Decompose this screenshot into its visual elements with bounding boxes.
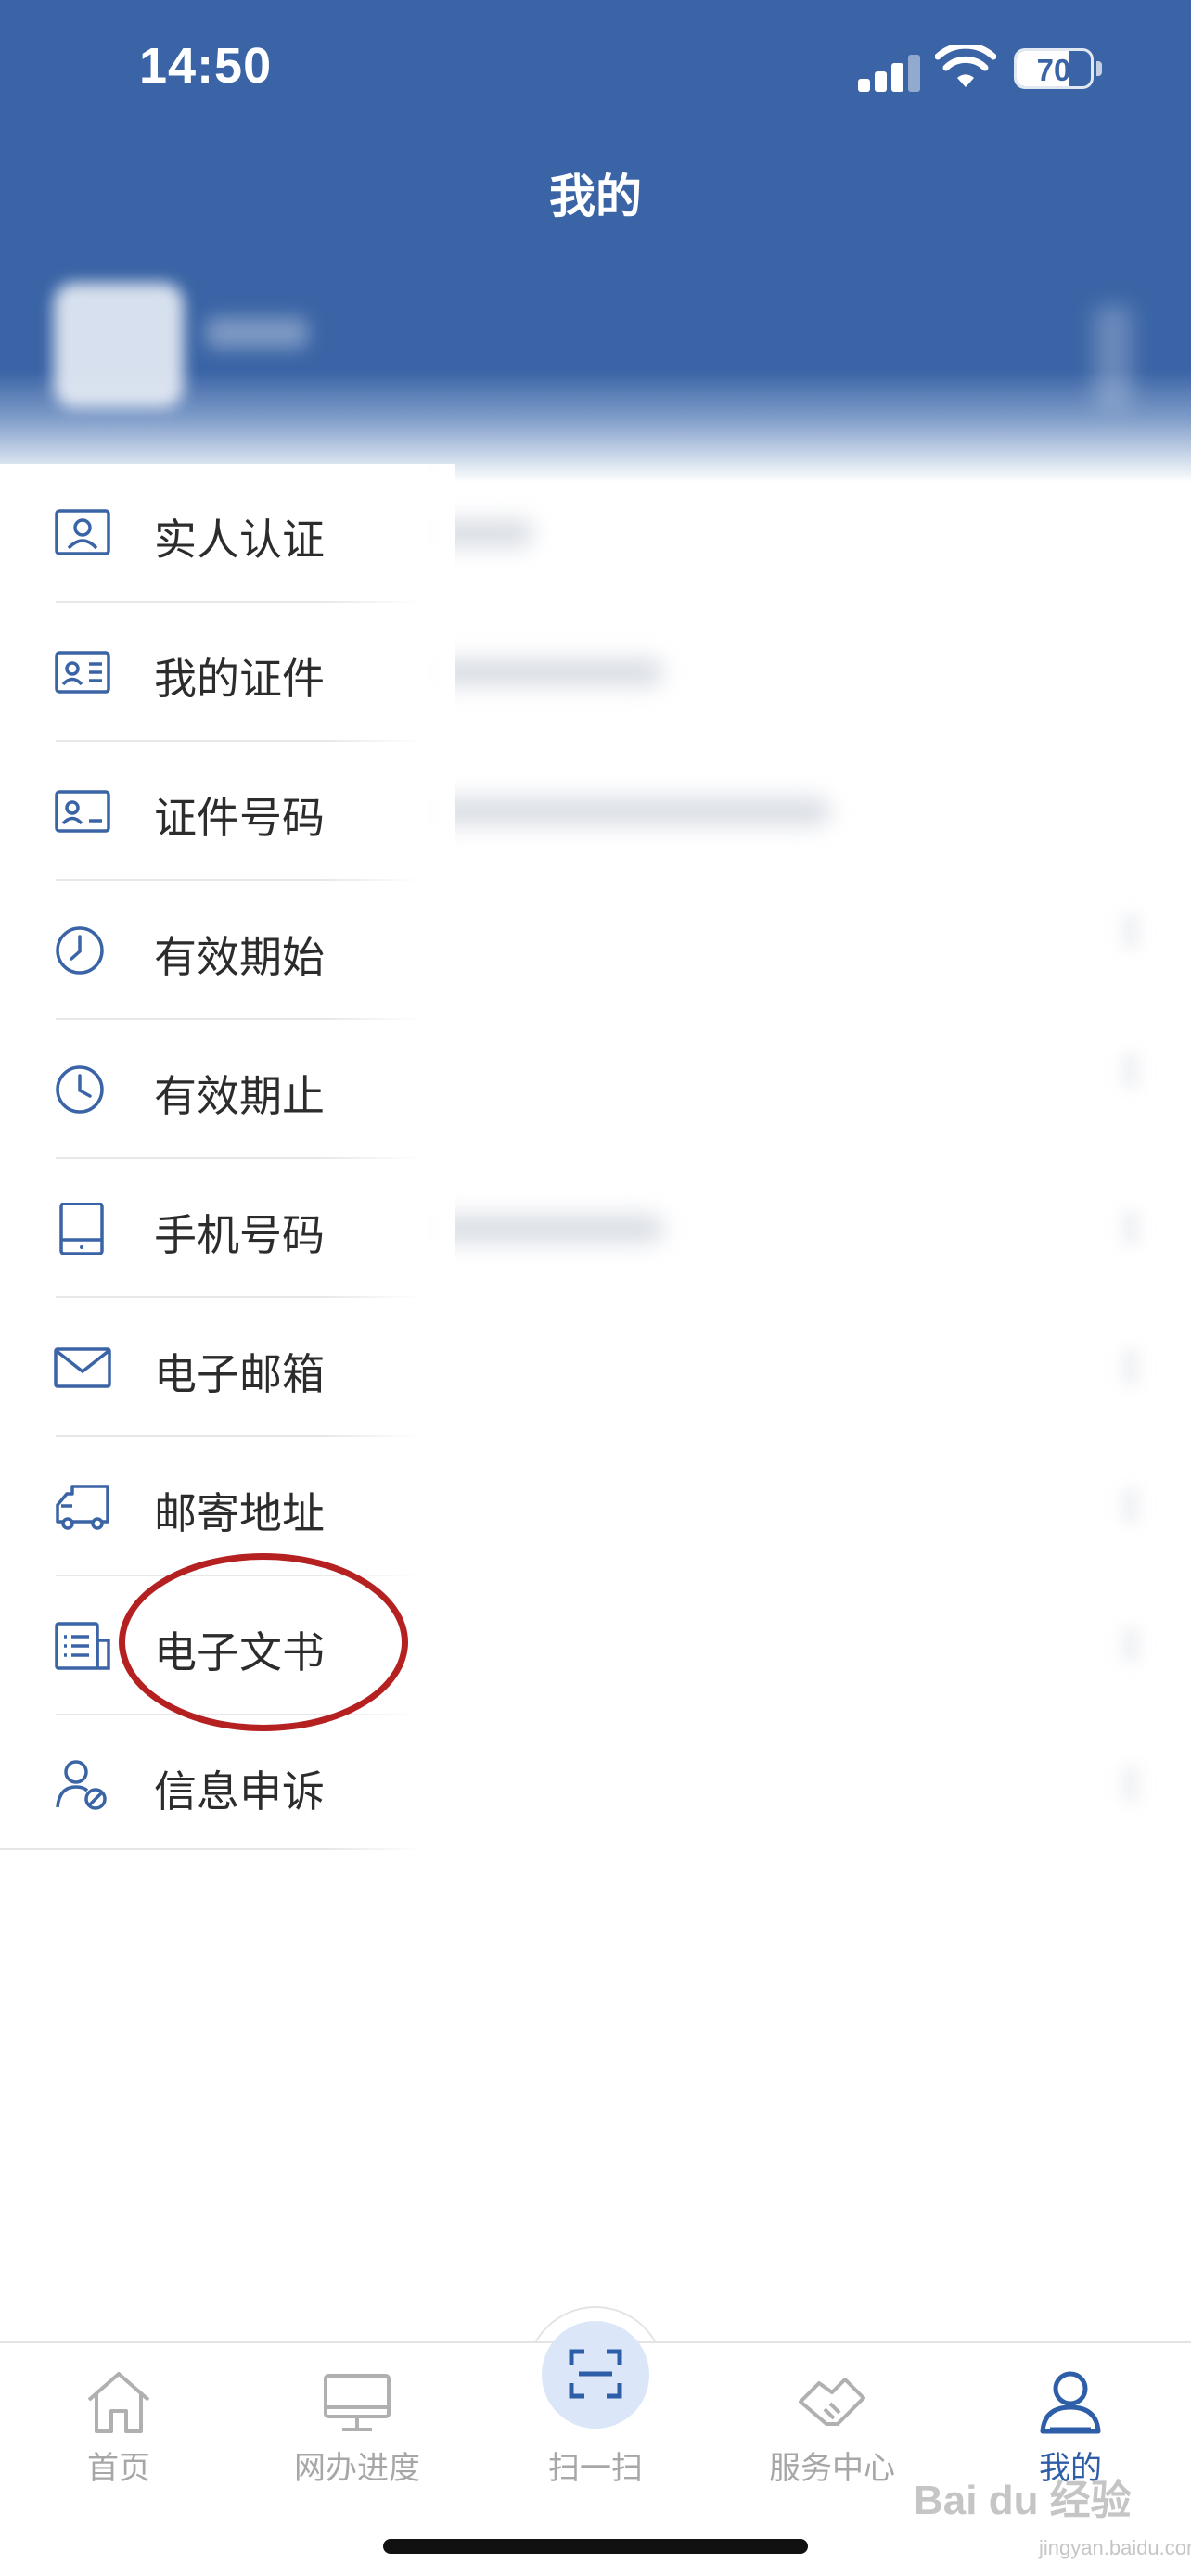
cellular-signal-icon: [858, 51, 921, 92]
menu-item-label: 电子邮箱: [154, 1349, 325, 1399]
menu-item-label: 证件号码: [154, 793, 325, 843]
menu-item-label: 实人认证: [154, 515, 325, 565]
tab-progress[interactable]: 网办进度: [274, 2355, 441, 2494]
chevron-right-icon: [1122, 913, 1139, 949]
home-icon: [87, 2372, 150, 2433]
chevron-right-icon: [1122, 1349, 1139, 1384]
home-indicator[interactable]: [383, 2539, 808, 2554]
status-time: 14:50: [139, 38, 273, 94]
battery-level: 70: [1036, 53, 1071, 87]
menu-item-label: 有效期始: [154, 932, 325, 982]
page-title: 我的: [549, 170, 642, 223]
blurred-value: [422, 658, 663, 686]
handshake-icon: [799, 2378, 865, 2426]
status-bar: 14:50 70: [0, 0, 1191, 139]
id-card-icon: [55, 651, 110, 694]
blurred-value: [422, 1215, 663, 1243]
user-name-blurred: [206, 317, 308, 349]
menu-item-label: 有效期止: [154, 1071, 325, 1121]
avatar[interactable]: [54, 283, 184, 408]
tab-service-center[interactable]: 服务中心: [749, 2355, 916, 2494]
battery-icon: 70: [1014, 48, 1094, 89]
truck-icon: [56, 1485, 109, 1530]
menu-item-label: 我的证件: [154, 654, 325, 704]
tab-label: 服务中心: [769, 2450, 895, 2487]
user-block-icon: [56, 1760, 107, 1810]
phone-icon: [59, 1203, 104, 1255]
menu-item-label: 信息申诉: [154, 1766, 325, 1817]
profile-arrow-blurred[interactable]: [1095, 306, 1132, 408]
chevron-right-icon: [1122, 1627, 1139, 1663]
tab-scan[interactable]: 扫一扫: [512, 2349, 679, 2494]
scan-icon: [569, 2349, 622, 2399]
wifi-icon: [935, 45, 996, 87]
watermark: Bai du 经验: [914, 2478, 1132, 2523]
tab-home[interactable]: 首页: [35, 2355, 202, 2494]
mail-icon: [54, 1347, 111, 1388]
menu-item-label: 邮寄地址: [154, 1488, 325, 1538]
clock-icon: [56, 926, 104, 975]
watermark-url: jingyan.baidu.com: [1039, 2536, 1191, 2559]
user-icon: [1040, 2371, 1101, 2434]
tab-label: 首页: [87, 2450, 150, 2487]
menu-item-label: 手机号码: [154, 1210, 325, 1260]
tab-label: 网办进度: [294, 2450, 420, 2487]
id-person-icon: [55, 509, 110, 555]
tab-label: 扫一扫: [548, 2450, 643, 2487]
chevron-right-icon: [1122, 1052, 1139, 1088]
chevron-right-icon: [1122, 1488, 1139, 1524]
document-icon: [55, 1622, 110, 1670]
annotation-circle: [119, 1553, 408, 1731]
blurred-value: [422, 797, 830, 825]
chevron-right-icon: [1122, 1210, 1139, 1245]
monitor-icon: [324, 2374, 391, 2431]
id-number-icon: [55, 790, 110, 833]
clock-icon: [56, 1065, 104, 1114]
battery-tip: [1096, 61, 1102, 76]
chevron-right-icon: [1122, 1766, 1139, 1802]
profile-header: 14:50 70 我的: [0, 0, 1191, 482]
